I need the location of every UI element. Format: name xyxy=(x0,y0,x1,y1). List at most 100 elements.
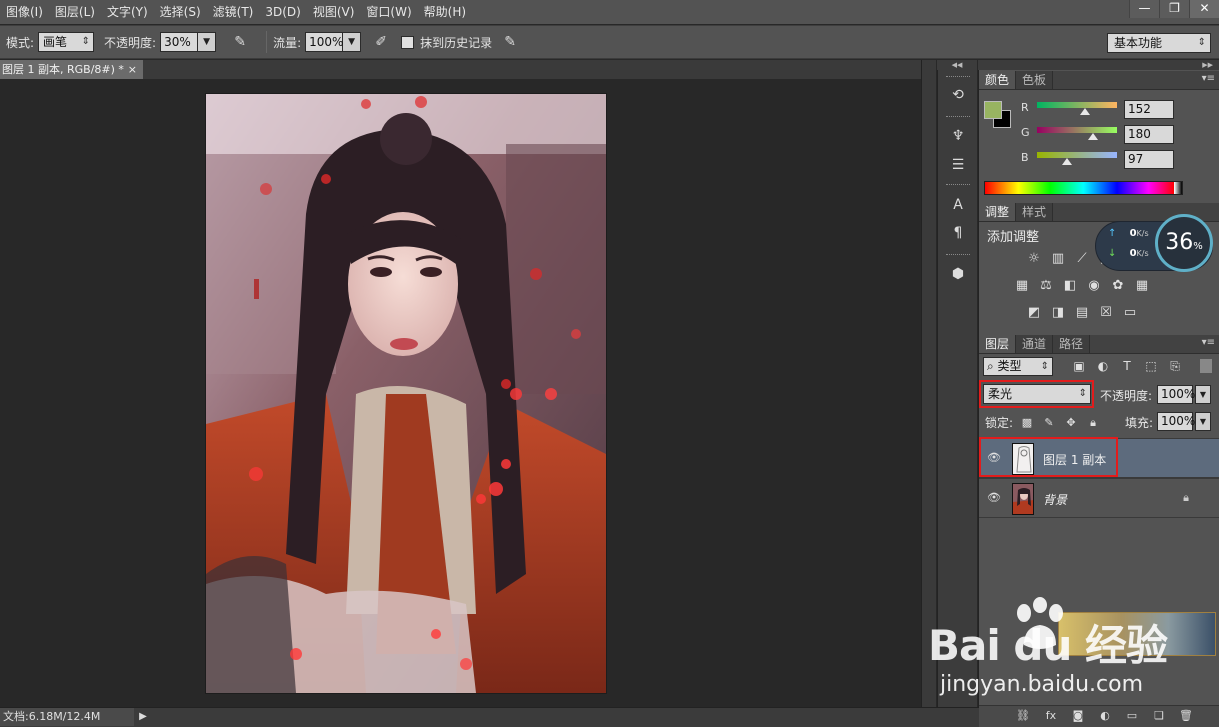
menu-filter[interactable]: 滤镜(T) xyxy=(207,0,260,24)
photo-filter-icon[interactable]: ✿ xyxy=(1109,278,1127,294)
collapse-dock-icon[interactable]: ◀◀ xyxy=(937,60,977,70)
black-white-icon[interactable]: ◉ xyxy=(1085,278,1103,294)
tab-color[interactable]: 颜色 xyxy=(979,71,1017,89)
layer-row[interactable]: 👁︎ 背景 🔒︎ xyxy=(979,478,1219,518)
new-adjustment-layer-icon[interactable]: ◐ xyxy=(1097,708,1113,724)
filter-smart-object-icon[interactable]: ⎘ xyxy=(1167,358,1183,374)
fill-input[interactable]: 100% xyxy=(1157,412,1195,431)
dock-grip[interactable] xyxy=(946,184,970,187)
green-slider-thumb[interactable] xyxy=(1088,133,1099,140)
layer-style-fx-icon[interactable]: fx xyxy=(1043,708,1059,724)
mode-select[interactable]: 画笔 xyxy=(38,32,95,52)
lock-position-icon[interactable]: ✥ xyxy=(1064,416,1078,430)
document-tab[interactable]: 图层 1 副本, RGB/8#) * × xyxy=(0,60,143,79)
layer-opacity-dropdown[interactable]: ▼ xyxy=(1195,385,1211,404)
color-balance-icon[interactable]: ◧ xyxy=(1061,278,1079,294)
menu-layer[interactable]: 图层(L) xyxy=(49,0,101,24)
green-input[interactable]: 180 xyxy=(1124,125,1174,144)
3d-cube-icon[interactable]: ⬢ xyxy=(947,263,969,285)
panel-menu-icon[interactable]: ▾≡ xyxy=(1202,73,1215,84)
fill-dropdown[interactable]: ▼ xyxy=(1195,412,1211,431)
layer-name[interactable]: 背景 xyxy=(1043,491,1067,508)
dock-grip[interactable] xyxy=(946,116,970,119)
curves-icon[interactable]: ⟋ xyxy=(1073,251,1091,267)
filter-type-icon[interactable]: T xyxy=(1119,358,1135,374)
red-input[interactable]: 152 xyxy=(1124,100,1174,119)
brush-settings-icon[interactable]: ☰ xyxy=(947,154,969,176)
layer-filter-select[interactable]: ⌕ 类型 xyxy=(983,357,1053,376)
document-image[interactable] xyxy=(206,94,606,693)
tab-swatches[interactable]: 色板 xyxy=(1016,71,1054,89)
hue-saturation-icon[interactable]: ⚖ xyxy=(1037,278,1055,294)
layer-row[interactable]: 👁︎ 图层 1 副本 xyxy=(979,438,1219,478)
menu-type[interactable]: 文字(Y) xyxy=(101,0,154,24)
levels-icon[interactable]: ▥ xyxy=(1049,251,1067,267)
new-group-icon[interactable]: ▭ xyxy=(1124,708,1140,724)
menu-image[interactable]: 图像(I) xyxy=(0,0,49,24)
delete-layer-icon[interactable]: 🗑︎ xyxy=(1178,708,1194,724)
blue-slider[interactable] xyxy=(1037,152,1117,158)
layer-name[interactable]: 图层 1 副本 xyxy=(1043,451,1106,468)
filter-adjustment-icon[interactable]: ◐ xyxy=(1095,358,1111,374)
gradient-map-icon[interactable]: ▭ xyxy=(1121,305,1139,321)
dock-grip[interactable] xyxy=(946,254,970,257)
blue-input[interactable]: 97 xyxy=(1124,150,1174,169)
workspace-select[interactable]: 基本功能 xyxy=(1107,33,1211,53)
pressure-size-icon[interactable]: ✎ xyxy=(500,32,520,52)
erase-history-checkbox[interactable] xyxy=(401,35,415,49)
red-slider[interactable] xyxy=(1037,102,1117,108)
threshold-icon[interactable]: ▤ xyxy=(1073,305,1091,321)
close-tab-icon[interactable]: × xyxy=(128,60,137,79)
menu-3d[interactable]: 3D(D) xyxy=(259,0,306,24)
layer-opacity-input[interactable]: 100% xyxy=(1157,385,1195,404)
vertical-scrollbar[interactable] xyxy=(921,60,936,707)
brush-presets-icon[interactable]: ♆ xyxy=(947,125,969,147)
flow-input[interactable]: 100% xyxy=(305,32,343,52)
filter-pixel-icon[interactable]: ▣ xyxy=(1071,358,1087,374)
menu-view[interactable]: 视图(V) xyxy=(307,0,361,24)
menu-window[interactable]: 窗口(W) xyxy=(360,0,417,24)
tab-layers[interactable]: 图层 xyxy=(979,335,1017,353)
lock-transparent-icon[interactable]: ▩ xyxy=(1020,416,1034,430)
opacity-input[interactable]: 30% xyxy=(160,32,199,52)
lock-image-icon[interactable]: ✎ xyxy=(1042,416,1056,430)
lock-all-icon[interactable]: 🔒︎ xyxy=(1086,416,1100,430)
selective-color-icon[interactable]: ☒ xyxy=(1097,305,1115,321)
brightness-contrast-icon[interactable]: ☼ xyxy=(1025,251,1043,267)
memory-usage-gauge[interactable]: 36% xyxy=(1155,214,1213,272)
tab-styles[interactable]: 样式 xyxy=(1016,203,1054,221)
minimize-button[interactable]: — xyxy=(1129,0,1159,18)
blend-mode-select[interactable]: 柔光 xyxy=(983,384,1091,404)
posterize-icon[interactable]: ◨ xyxy=(1049,305,1067,321)
airbrush-icon[interactable]: ✐ xyxy=(371,32,391,52)
paragraph-icon[interactable]: ¶ xyxy=(947,222,969,244)
add-mask-icon[interactable]: ◙ xyxy=(1070,708,1086,724)
new-layer-icon[interactable]: ❏ xyxy=(1151,708,1167,724)
tab-paths[interactable]: 路径 xyxy=(1053,335,1091,353)
menu-help[interactable]: 帮助(H) xyxy=(418,0,472,24)
filter-toggle[interactable] xyxy=(1200,359,1212,373)
flow-dropdown[interactable]: ▼ xyxy=(343,32,362,52)
visibility-eye-icon[interactable]: 👁︎ xyxy=(987,451,1001,465)
visibility-eye-icon[interactable]: 👁︎ xyxy=(987,491,1001,505)
layers-panel-menu-icon[interactable]: ▾≡ xyxy=(1202,337,1215,348)
color-spectrum[interactable] xyxy=(984,181,1183,195)
collapse-panels-icon[interactable]: ▶▶ xyxy=(978,60,1219,70)
history-icon[interactable]: ⟲ xyxy=(947,84,969,106)
channel-mixer-icon[interactable]: ▦ xyxy=(1133,278,1151,294)
link-layers-icon[interactable]: ⛓ xyxy=(1015,708,1031,724)
green-slider[interactable] xyxy=(1037,127,1117,133)
close-button[interactable]: ✕ xyxy=(1189,0,1219,18)
play-right-icon[interactable]: ▶ xyxy=(136,710,150,724)
vibrance-icon[interactable]: ▦ xyxy=(1013,278,1031,294)
tab-channels[interactable]: 通道 xyxy=(1016,335,1054,353)
menu-select[interactable]: 选择(S) xyxy=(154,0,207,24)
filter-shape-icon[interactable]: ⬚ xyxy=(1143,358,1159,374)
character-icon[interactable]: A xyxy=(947,194,969,216)
foreground-color-swatch[interactable] xyxy=(984,101,1002,119)
tab-adjustments[interactable]: 调整 xyxy=(979,203,1017,221)
invert-icon[interactable]: ◩ xyxy=(1025,305,1043,321)
restore-button[interactable]: ❐ xyxy=(1159,0,1189,18)
dock-grip[interactable] xyxy=(946,76,970,79)
opacity-dropdown[interactable]: ▼ xyxy=(198,32,217,52)
